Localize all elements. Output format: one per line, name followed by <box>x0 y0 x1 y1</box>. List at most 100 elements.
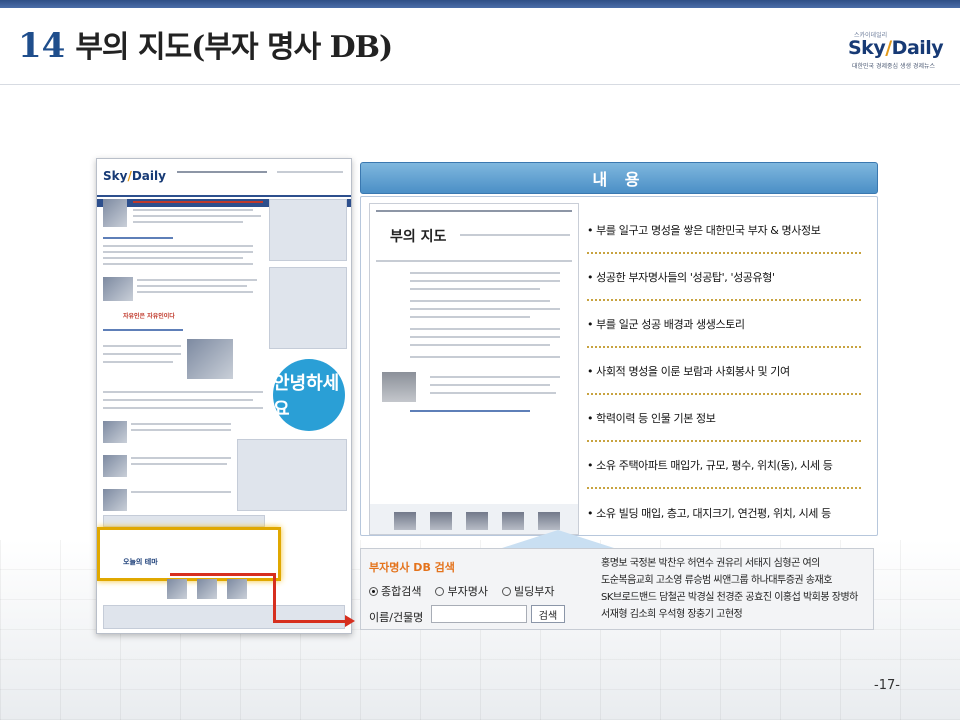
feature-item-text: • 성공한 부자명사들의 '성공탑', '성공유형' <box>587 270 775 284</box>
feature-item: • 사회적 명성을 이룬 보람과 사회봉사 및 기여 <box>587 348 861 395</box>
feature-item-text: • 사회적 명성을 이룬 보람과 사회봉사 및 기여 <box>587 364 790 378</box>
site-text-line <box>103 245 253 247</box>
shot-text-line <box>410 288 540 290</box>
feature-item: • 부를 일구고 명성을 쌓은 대한민국 부자 & 명사정보 <box>587 207 861 254</box>
radio-label: 종합검색 <box>381 585 422 598</box>
radio-empty-icon <box>501 586 511 596</box>
name-search-input[interactable] <box>431 605 527 623</box>
radio-total-search[interactable]: 종합검색 <box>369 583 421 599</box>
page-title-number: 14 <box>18 26 66 66</box>
radio-empty-icon <box>435 586 445 596</box>
person-thumbnail <box>538 512 560 530</box>
radio-label: 빌딩부자 <box>513 585 555 598</box>
feature-item: • 성공한 부자명사들의 '성공탑', '성공유형' <box>587 254 861 301</box>
site-photo <box>187 339 233 379</box>
content-header: 내 용 <box>360 162 878 194</box>
site-text-line <box>131 457 231 459</box>
site-text-line <box>103 361 173 363</box>
db-search-box: 부자명사 DB 검색 종합검색 부자명사 빌딩부자 이름/건물명 검색 홍명보 … <box>360 548 874 630</box>
feature-item-text: • 소유 주택아파트 매입가, 규모, 평수, 위치(동), 시세 등 <box>587 458 833 472</box>
site-header-line <box>177 171 267 173</box>
shot-top-line <box>376 210 572 212</box>
site-header-line <box>277 171 343 173</box>
shot-text-line <box>410 280 560 282</box>
shot-text-line <box>410 356 560 358</box>
connector-top <box>170 573 276 576</box>
wealth-map-title: 부의 지도 <box>390 229 447 245</box>
feature-item: • 부를 일군 성공 배경과 생생스토리 <box>587 301 861 348</box>
site-text-line <box>103 391 263 393</box>
site-photo <box>103 421 127 443</box>
shot-text-line <box>410 308 560 310</box>
name-field-label: 이름/건물명 <box>369 611 424 624</box>
page-number: -17- <box>874 678 900 693</box>
site-banner <box>103 515 265 527</box>
feature-item: • 학력이력 등 인물 기본 정보 <box>587 395 861 442</box>
radio-building-rich[interactable]: 빌딩부자 <box>501 583 555 599</box>
site-text-line <box>103 407 263 409</box>
content-panel: 부의 지도 • 부를 일구고 명성을 쌓은 대한민국 부자 & 명사정보 • 성… <box>360 196 878 536</box>
radio-rich-person[interactable]: 부자명사 <box>435 583 488 599</box>
site-header: Sky/Daily <box>97 159 351 197</box>
site-photo <box>167 579 187 599</box>
shot-text-line <box>410 316 530 318</box>
skydaily-logo: 스카이데일리 Sky/Daily 대한민국 경제중심 생생 경제뉴스 <box>842 30 946 70</box>
site-text-line <box>133 215 261 217</box>
chevron-up-icon <box>502 530 614 548</box>
logo-main-text: Sky/Daily <box>848 37 944 59</box>
site-photo <box>197 579 217 599</box>
site-text-line <box>103 251 253 253</box>
site-text-line <box>131 463 227 465</box>
person-thumbnail <box>466 512 488 530</box>
site-photo <box>103 277 133 301</box>
site-text-line <box>103 353 181 355</box>
site-text-line <box>137 279 257 281</box>
popular-names-list[interactable]: 홍명보 국정본 박찬우 허연수 권유리 서태지 심형곤 여의 도순복음교회 고소… <box>601 555 867 623</box>
page-title: 14 부의 지도(부자 명사 DB) <box>18 22 393 72</box>
shot-tab-line <box>460 234 570 236</box>
site-text-line <box>131 429 231 431</box>
site-photo <box>103 489 127 511</box>
radio-label: 부자명사 <box>447 585 488 598</box>
site-side-box <box>269 199 347 261</box>
site-text-line <box>133 221 243 223</box>
site-section-line <box>103 237 173 239</box>
person-thumbnail <box>502 512 524 530</box>
site-text-line <box>103 263 253 265</box>
connector-vertical <box>273 573 276 623</box>
search-type-radios: 종합검색 부자명사 빌딩부자 <box>369 583 554 599</box>
site-photo <box>103 455 127 477</box>
highlight-label: 오늘의 테마 <box>123 558 158 566</box>
site-logo: Sky/Daily <box>103 169 166 183</box>
feature-item-text: • 소유 빌딩 매입, 층고, 대지크기, 연건평, 위치, 시세 등 <box>587 506 831 520</box>
site-photo <box>227 579 247 599</box>
shot-text-line <box>410 336 560 338</box>
logo-main-a: Sky <box>848 37 886 59</box>
shot-text-line <box>430 392 556 394</box>
logo-main-b: Daily <box>891 37 944 59</box>
site-text-line <box>103 399 253 401</box>
shot-text-line <box>410 344 550 346</box>
site-logo-b: Daily <box>131 169 166 183</box>
greeting-badge: 안녕하세요 <box>273 359 345 431</box>
feature-item-text: • 부를 일구고 명성을 쌓은 대한민국 부자 & 명사정보 <box>587 223 821 237</box>
shot-text-line <box>376 260 572 262</box>
site-text-line <box>137 291 253 293</box>
site-side-box <box>269 267 347 349</box>
site-section-line <box>103 329 183 331</box>
wealth-map-screenshot: 부의 지도 <box>369 203 579 535</box>
page-title-text: 부의 지도(부자 명사 DB) <box>75 30 393 65</box>
site-text-line <box>103 257 243 259</box>
shot-text-line <box>430 384 550 386</box>
site-footer-box <box>103 605 345 629</box>
site-text-line <box>103 345 181 347</box>
site-photo <box>103 199 127 227</box>
site-headline-line <box>133 201 263 203</box>
site-side-box <box>237 439 347 511</box>
db-search-title: 부자명사 DB 검색 <box>369 561 455 574</box>
site-promo-text: 자유인은 자유인이다 <box>123 313 175 320</box>
search-button[interactable]: 검색 <box>531 605 565 623</box>
logo-sub-text: 대한민국 경제중심 생생 경제뉴스 <box>852 63 936 70</box>
connector-arrow-icon <box>345 615 355 627</box>
shot-text-line <box>430 376 560 378</box>
